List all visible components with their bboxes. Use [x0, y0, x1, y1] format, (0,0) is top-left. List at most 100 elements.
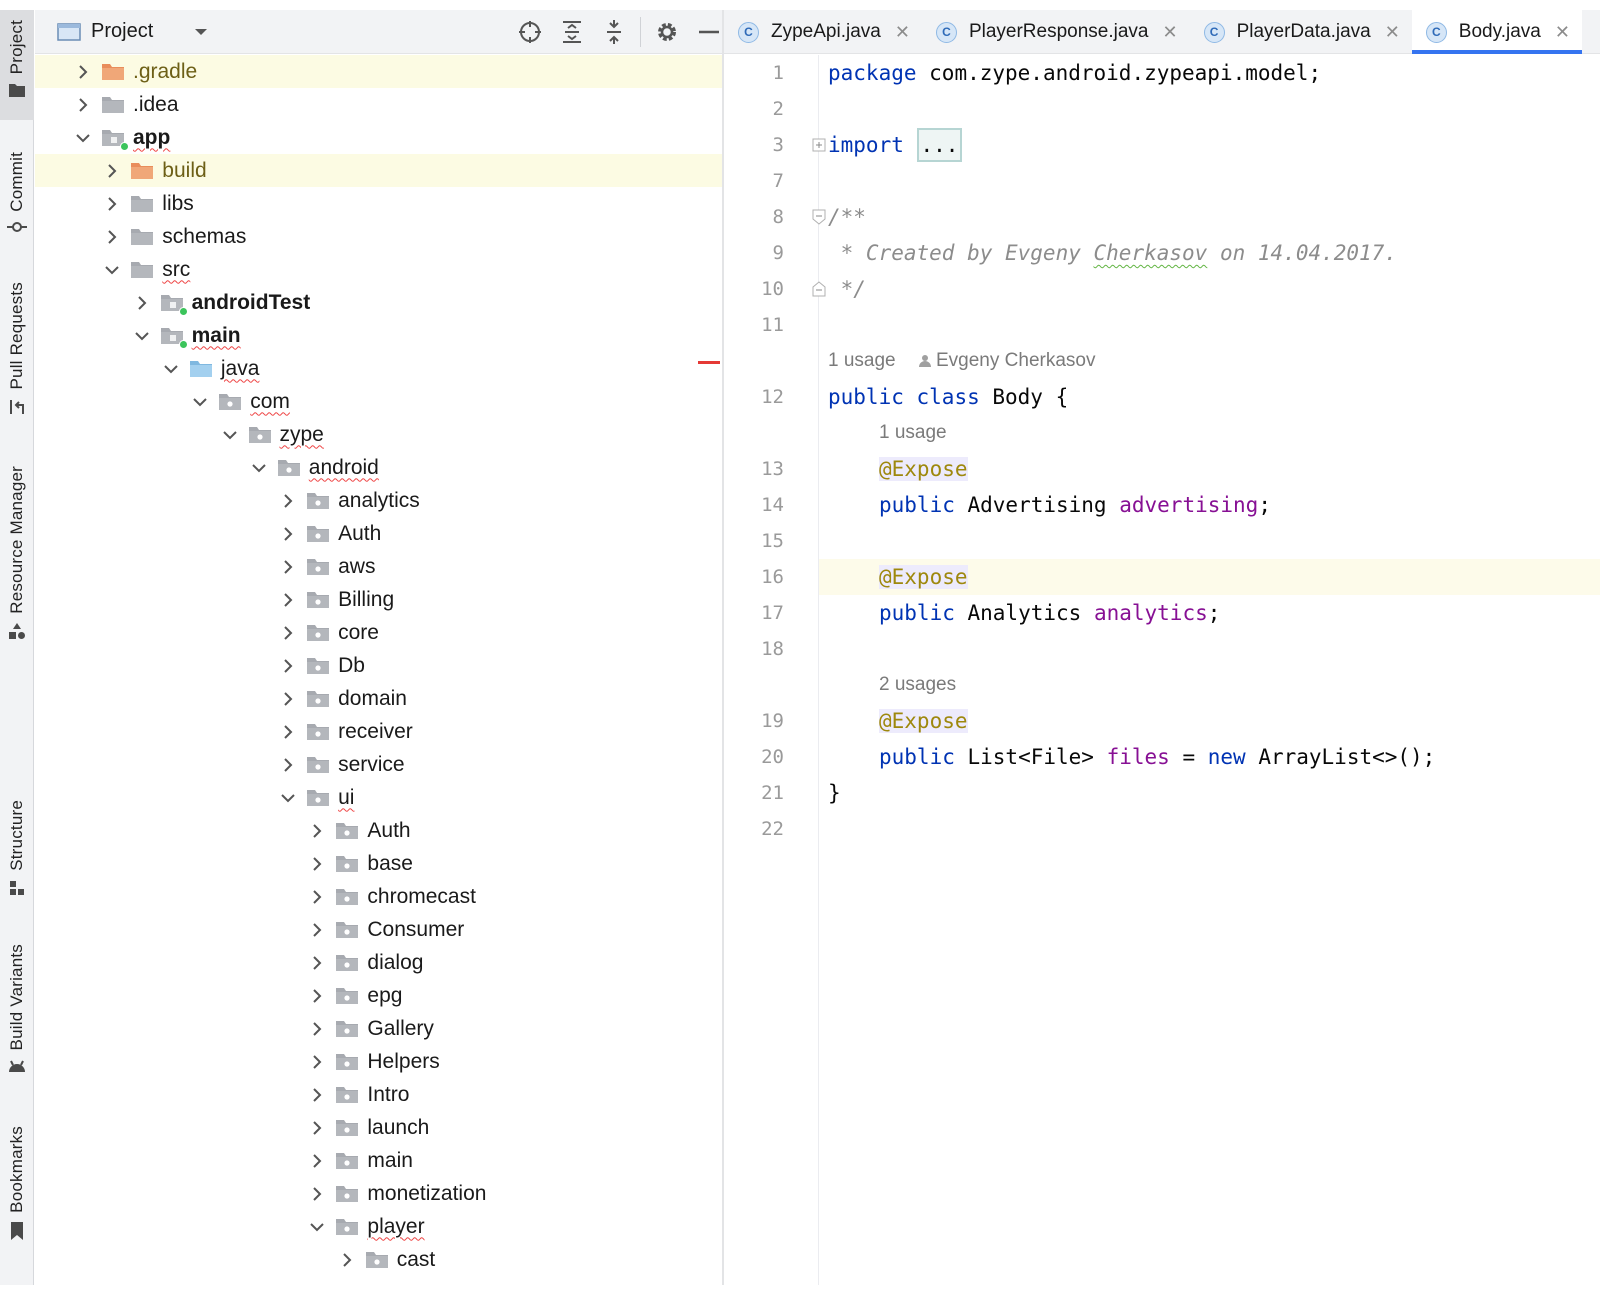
usages-hint[interactable]: 2 usages	[879, 667, 956, 703]
editor-tab[interactable]: C PlayerResponse.java ✕	[922, 10, 1190, 54]
tree-node[interactable]: app	[35, 121, 735, 154]
tree-expand-toggle[interactable]	[277, 490, 299, 512]
close-icon[interactable]: ✕	[1162, 22, 1177, 43]
tree-expand-toggle[interactable]	[277, 523, 299, 545]
tool-window-pull-requests[interactable]: Pull Requests	[0, 272, 34, 422]
code-editor[interactable]: 1 package com.zype.android.zypeapi.model;…	[724, 55, 1600, 1285]
tree-collapse-toggle[interactable]	[277, 787, 299, 809]
tree-expand-toggle[interactable]	[277, 721, 299, 743]
tree-collapse-toggle[interactable]	[306, 1216, 328, 1238]
tree-node[interactable]: java	[35, 352, 735, 385]
tree-expand-toggle[interactable]	[306, 919, 328, 941]
tree-node[interactable]: analytics	[35, 484, 735, 517]
tree-node[interactable]: epg	[35, 979, 735, 1012]
tree-expand-toggle[interactable]	[306, 1084, 328, 1106]
tool-window-commit[interactable]: Commit	[0, 142, 34, 252]
tree-node[interactable]: launch	[35, 1111, 735, 1144]
tool-window-structure[interactable]: Structure	[0, 790, 34, 910]
settings-button[interactable]	[651, 16, 683, 48]
usages-hint[interactable]: 1 usage	[879, 415, 947, 451]
tree-node[interactable]: core	[35, 616, 735, 649]
tree-expand-toggle[interactable]	[72, 94, 94, 116]
author-hint[interactable]: Evgeny Cherkasov	[898, 343, 1095, 379]
tree-expand-toggle[interactable]	[306, 1117, 328, 1139]
tree-expand-toggle[interactable]	[101, 160, 123, 182]
tree-node[interactable]: service	[35, 748, 735, 781]
hide-panel-button[interactable]	[693, 16, 725, 48]
tree-collapse-toggle[interactable]	[189, 391, 211, 413]
tree-node[interactable]: receiver	[35, 715, 735, 748]
tree-node[interactable]: dialog	[35, 946, 735, 979]
close-icon[interactable]: ✕	[1555, 22, 1570, 43]
tree-node[interactable]: src	[35, 253, 735, 286]
locate-button[interactable]	[514, 16, 546, 48]
tree-node[interactable]: zype	[35, 418, 735, 451]
tree-expand-toggle[interactable]	[306, 952, 328, 974]
expand-all-button[interactable]	[556, 16, 588, 48]
tree-node[interactable]: Db	[35, 649, 735, 682]
editor-tab[interactable]: C Body.java ✕	[1411, 10, 1583, 54]
tree-expand-toggle[interactable]	[306, 820, 328, 842]
tree-node[interactable]: Auth	[35, 814, 735, 847]
tree-expand-toggle[interactable]	[306, 985, 328, 1007]
tree-node[interactable]: Auth	[35, 517, 735, 550]
tree-expand-toggle[interactable]	[306, 1183, 328, 1205]
tree-expand-toggle[interactable]	[131, 292, 153, 314]
tree-expand-toggle[interactable]	[306, 853, 328, 875]
tree-node[interactable]: main	[35, 1144, 735, 1177]
tree-collapse-toggle[interactable]	[131, 325, 153, 347]
tree-node[interactable]: .idea	[35, 88, 735, 121]
tree-node[interactable]: androidTest	[35, 286, 735, 319]
tree-expand-toggle[interactable]	[306, 886, 328, 908]
tree-node[interactable]: Gallery	[35, 1012, 735, 1045]
tree-node[interactable]: Intro	[35, 1078, 735, 1111]
tree-expand-toggle[interactable]	[306, 1018, 328, 1040]
tree-expand-toggle[interactable]	[277, 622, 299, 644]
tree-expand-toggle[interactable]	[101, 226, 123, 248]
project-tree[interactable]: .gradle .idea app build libs schemas src androi…	[35, 55, 735, 1285]
tree-node[interactable]: ui	[35, 781, 735, 814]
tree-node[interactable]: monetization	[35, 1177, 735, 1210]
project-view-selector[interactable]: Project	[57, 20, 209, 43]
editor-tab[interactable]: C PlayerData.java ✕	[1190, 10, 1412, 54]
tree-node[interactable]: schemas	[35, 220, 735, 253]
tree-node[interactable]: base	[35, 847, 735, 880]
code-vision-hint[interactable]: 1 usage	[724, 415, 1600, 451]
tool-window-resource-manager[interactable]: Resource Manager	[0, 456, 34, 656]
tree-node[interactable]: aws	[35, 550, 735, 583]
tree-node[interactable]: Billing	[35, 583, 735, 616]
tree-node[interactable]: Consumer	[35, 913, 735, 946]
tree-node[interactable]: libs	[35, 187, 735, 220]
tree-node[interactable]: player	[35, 1210, 735, 1243]
tree-expand-toggle[interactable]	[277, 688, 299, 710]
tree-node[interactable]: .gradle	[35, 55, 735, 88]
tree-expand-toggle[interactable]	[277, 754, 299, 776]
close-icon[interactable]: ✕	[895, 22, 910, 43]
editor-tab[interactable]: C ZypeApi.java ✕	[724, 10, 922, 54]
tree-expand-toggle[interactable]	[277, 556, 299, 578]
tree-node[interactable]: domain	[35, 682, 735, 715]
tree-node[interactable]: chromecast	[35, 880, 735, 913]
tree-node[interactable]: build	[35, 154, 735, 187]
tool-window-bookmarks[interactable]: Bookmarks	[0, 1116, 34, 1256]
tree-node[interactable]: android	[35, 451, 735, 484]
tree-expand-toggle[interactable]	[277, 589, 299, 611]
tree-collapse-toggle[interactable]	[72, 127, 94, 149]
tree-collapse-toggle[interactable]	[101, 259, 123, 281]
tree-node[interactable]: main	[35, 319, 735, 352]
folded-code-placeholder[interactable]: ...	[916, 128, 963, 162]
collapse-all-button[interactable]	[598, 16, 630, 48]
tree-node[interactable]: com	[35, 385, 735, 418]
tool-window-project[interactable]: Project	[0, 10, 34, 120]
tree-expand-toggle[interactable]	[306, 1051, 328, 1073]
tree-node[interactable]: Helpers	[35, 1045, 735, 1078]
close-icon[interactable]: ✕	[1385, 22, 1400, 43]
tree-collapse-toggle[interactable]	[248, 457, 270, 479]
tree-collapse-toggle[interactable]	[219, 424, 241, 446]
tree-expand-toggle[interactable]	[72, 61, 94, 83]
tree-expand-toggle[interactable]	[306, 1150, 328, 1172]
tool-window-build-variants[interactable]: Build Variants	[0, 934, 34, 1094]
tree-collapse-toggle[interactable]	[160, 358, 182, 380]
tree-expand-toggle[interactable]	[277, 655, 299, 677]
code-vision-hint[interactable]: 2 usages	[724, 667, 1600, 703]
